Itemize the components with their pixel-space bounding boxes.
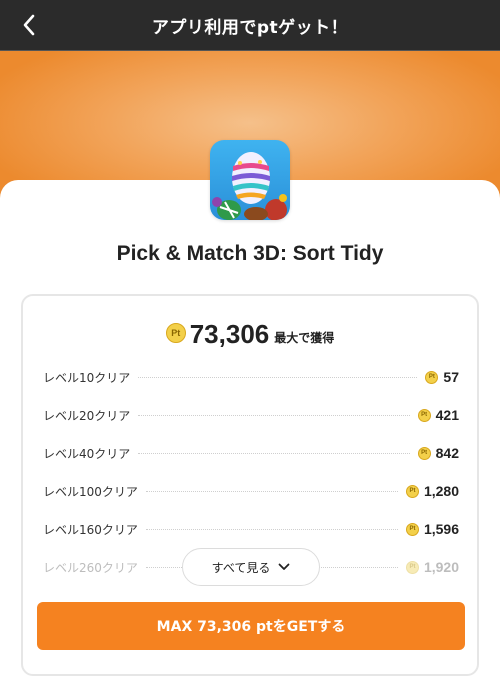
task-label: レベル20クリア <box>43 408 131 423</box>
get-points-button[interactable]: MAX 73,306 ptをGETする <box>37 602 465 650</box>
top-bar: アプリ利用でptゲット！ <box>0 0 500 51</box>
point-coin-icon: Pt <box>405 560 419 574</box>
task-points: Pt 842 <box>417 445 459 461</box>
total-points-value: 73,306 <box>189 319 270 349</box>
task-row: レベル10クリア Pt 57 <box>43 367 459 387</box>
task-points-value: 57 <box>443 369 459 385</box>
point-coin-icon: Pt <box>425 370 439 384</box>
task-label: レベル100クリア <box>43 484 138 499</box>
dotted-divider <box>138 452 410 454</box>
task-label: レベル260クリア <box>43 560 138 575</box>
task-points-value: 1,920 <box>423 559 459 575</box>
task-row: レベル160クリア Pt 1,596 <box>43 519 459 539</box>
task-row: レベル100クリア Pt 1,280 <box>43 481 459 501</box>
task-row: レベル20クリア Pt 421 <box>43 405 459 425</box>
point-coin-icon: Pt <box>405 484 419 498</box>
page-title: アプリ利用でptゲット！ <box>151 17 349 38</box>
chevron-down-icon <box>278 563 290 570</box>
task-points: Pt 57 <box>425 369 459 385</box>
task-label: レベル40クリア <box>43 446 131 461</box>
point-coin-icon: Pt <box>405 522 419 536</box>
dotted-divider <box>145 490 398 492</box>
see-all-label: すべて見る <box>211 560 271 575</box>
dotted-divider <box>145 528 398 530</box>
point-coin-icon: Pt <box>417 408 431 422</box>
easter-egg-app-icon <box>210 140 290 220</box>
chevron-left-icon <box>23 14 35 36</box>
task-points: Pt 421 <box>417 407 459 423</box>
app-name: Pick & Match 3D: Sort Tidy <box>116 242 384 265</box>
dotted-divider <box>138 376 418 378</box>
total-points: Pt 73,306 最大で獲得 <box>23 320 477 348</box>
task-points-value: 842 <box>435 445 459 461</box>
total-points-suffix: 最大で獲得 <box>274 331 335 345</box>
dotted-divider <box>138 414 410 416</box>
reward-card: Pt 73,306 最大で獲得 レベル10クリア Pt 57 レベル20クリア … <box>21 294 479 676</box>
see-all-button[interactable]: すべて見る <box>182 548 320 586</box>
task-row: レベル40クリア Pt 842 <box>43 443 459 463</box>
task-points-value: 1,280 <box>423 483 459 499</box>
back-button[interactable] <box>16 12 42 38</box>
task-points-value: 1,596 <box>423 521 459 537</box>
task-points: Pt 1,280 <box>405 483 459 499</box>
task-label: レベル10クリア <box>43 370 131 385</box>
task-points: Pt 1,596 <box>405 521 459 537</box>
task-points-value: 421 <box>435 407 459 423</box>
point-coin-icon: Pt <box>165 323 186 343</box>
task-points: Pt 1,920 <box>405 559 459 575</box>
point-coin-icon: Pt <box>417 446 431 460</box>
task-label: レベル160クリア <box>43 522 138 537</box>
